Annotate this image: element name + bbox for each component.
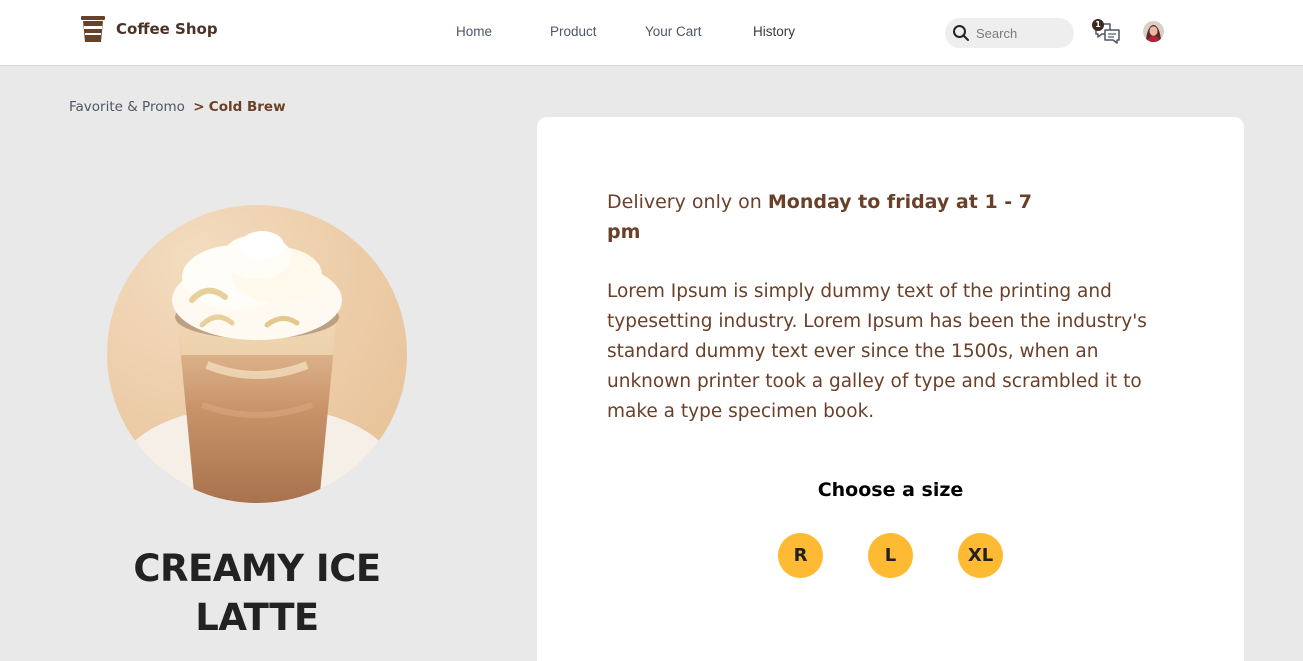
size-xl-button[interactable]: XL	[958, 533, 1003, 578]
search-box	[945, 18, 1074, 48]
breadcrumb-parent-link[interactable]: Favorite & Promo	[69, 99, 185, 115]
brand[interactable]: Coffee Shop	[80, 15, 218, 43]
size-title: Choose a size	[817, 479, 964, 501]
brand-name: Coffee Shop	[116, 20, 218, 38]
coffee-cup-icon	[81, 16, 105, 42]
size-r-button[interactable]: R	[778, 533, 823, 578]
search-input[interactable]	[976, 25, 1066, 41]
navbar: Coffee Shop Home Product Your Cart Histo…	[0, 0, 1303, 66]
breadcrumb: Favorite & Promo > Cold Brew	[69, 99, 286, 115]
nav-home-link[interactable]: Home	[456, 24, 492, 39]
search-icon[interactable]	[952, 24, 970, 42]
product-image	[107, 205, 407, 503]
nav-history-link[interactable]: History	[753, 24, 795, 39]
delivery-prefix: Delivery only on	[607, 191, 762, 213]
chat-button[interactable]: 1	[1091, 18, 1121, 46]
nav-product-link[interactable]: Product	[550, 24, 597, 39]
nav-your-cart-link[interactable]: Your Cart	[645, 24, 702, 39]
product-detail-card: Delivery only on Monday to friday at 1 -…	[537, 117, 1244, 661]
breadcrumb-current: Cold Brew	[208, 99, 286, 115]
size-l-button[interactable]: L	[868, 533, 913, 578]
product-description: Lorem Ipsum is simply dummy text of the …	[607, 281, 1147, 422]
delivery-info: Delivery only on Monday to friday at 1 -…	[607, 187, 1037, 247]
chat-badge: 1	[1092, 19, 1104, 31]
avatar[interactable]	[1143, 21, 1164, 42]
product-name: CREAMY ICE LATTE	[133, 547, 381, 639]
breadcrumb-separator: >	[193, 99, 205, 115]
